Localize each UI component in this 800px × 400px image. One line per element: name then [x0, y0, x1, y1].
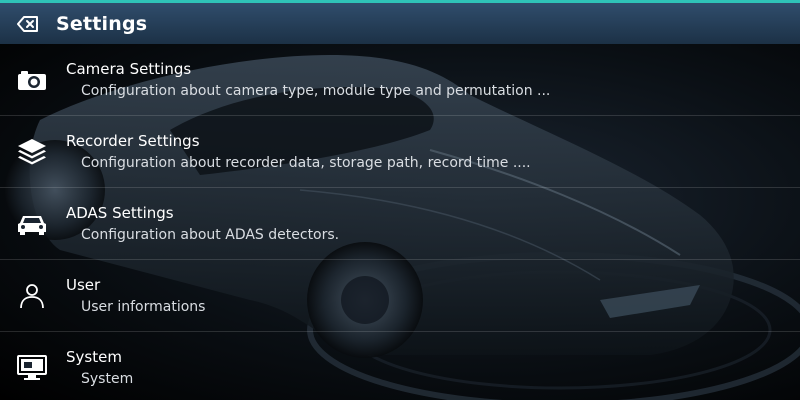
page-title: Settings [56, 12, 148, 35]
layers-icon [16, 136, 48, 168]
settings-item-recorder[interactable]: Recorder Settings Configuration about re… [0, 116, 800, 188]
item-description: System [81, 371, 134, 387]
settings-item-user[interactable]: User User informations [0, 260, 800, 332]
settings-list: Camera Settings Configuration about came… [0, 44, 800, 400]
settings-item-system[interactable]: System System [0, 332, 800, 400]
item-description: Configuration about camera type, module … [81, 83, 551, 99]
user-icon [16, 280, 48, 312]
item-title: Camera Settings [66, 60, 192, 78]
settings-item-camera[interactable]: Camera Settings Configuration about came… [0, 44, 800, 116]
item-description: Configuration about ADAS detectors. [81, 227, 340, 243]
monitor-icon [16, 352, 48, 384]
item-title: User [66, 276, 101, 294]
top-bar: Settings [0, 0, 800, 44]
item-description: User informations [81, 299, 206, 315]
camera-icon [16, 64, 48, 96]
backspace-icon [17, 15, 38, 32]
car-icon [16, 208, 48, 240]
back-button[interactable] [0, 4, 56, 44]
item-description: Configuration about recorder data, stora… [81, 155, 531, 171]
item-title: Recorder Settings [66, 132, 200, 150]
item-title: ADAS Settings [66, 204, 174, 222]
item-title: System [66, 348, 122, 366]
settings-screen: Settings Camera Settings Configuration a… [0, 0, 800, 400]
settings-item-adas[interactable]: ADAS Settings Configuration about ADAS d… [0, 188, 800, 260]
